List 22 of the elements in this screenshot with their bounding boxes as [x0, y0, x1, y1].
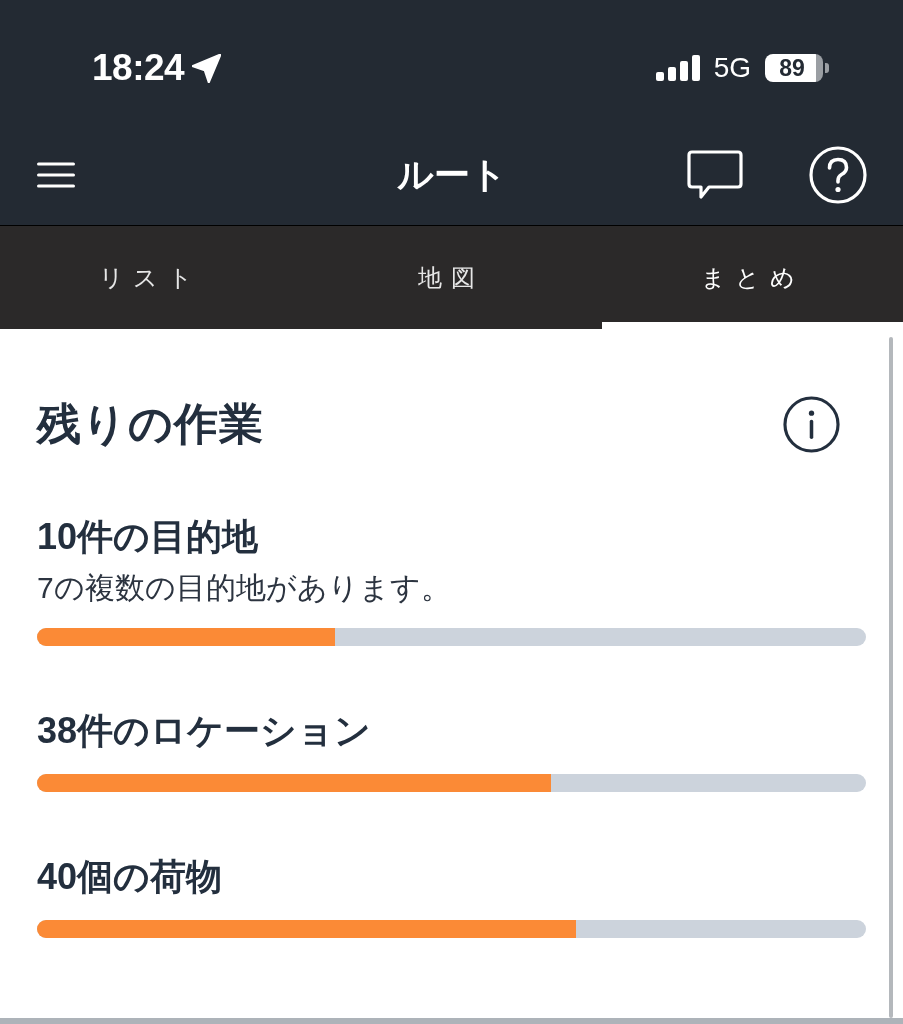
info-button[interactable]	[783, 395, 840, 453]
network-label: 5G	[713, 52, 751, 84]
chat-button[interactable]	[687, 150, 743, 200]
info-icon	[783, 395, 840, 453]
section-title: 残りの作業	[37, 398, 264, 450]
menu-icon	[37, 162, 75, 188]
item-title: 40個の荷物	[37, 855, 224, 899]
scrollbar[interactable]	[889, 337, 893, 1018]
tab[interactable]: 地図	[301, 226, 602, 329]
help-icon	[809, 146, 867, 204]
battery-indicator: 89	[765, 54, 829, 82]
item-title: 10件の目的地	[37, 515, 260, 559]
screen-title: ルート	[396, 153, 507, 197]
item-subtitle: 7の複数の目的地があります。	[37, 570, 452, 606]
chat-bubble-icon	[687, 150, 743, 200]
tab[interactable]: リスト	[0, 226, 301, 329]
help-button[interactable]	[809, 146, 867, 204]
status-time: 18:24	[92, 48, 185, 88]
location-arrow-icon	[192, 53, 222, 83]
signal-icon	[655, 55, 700, 81]
item-title: 38件のロケーション	[37, 709, 373, 753]
menu-button[interactable]	[37, 162, 75, 188]
